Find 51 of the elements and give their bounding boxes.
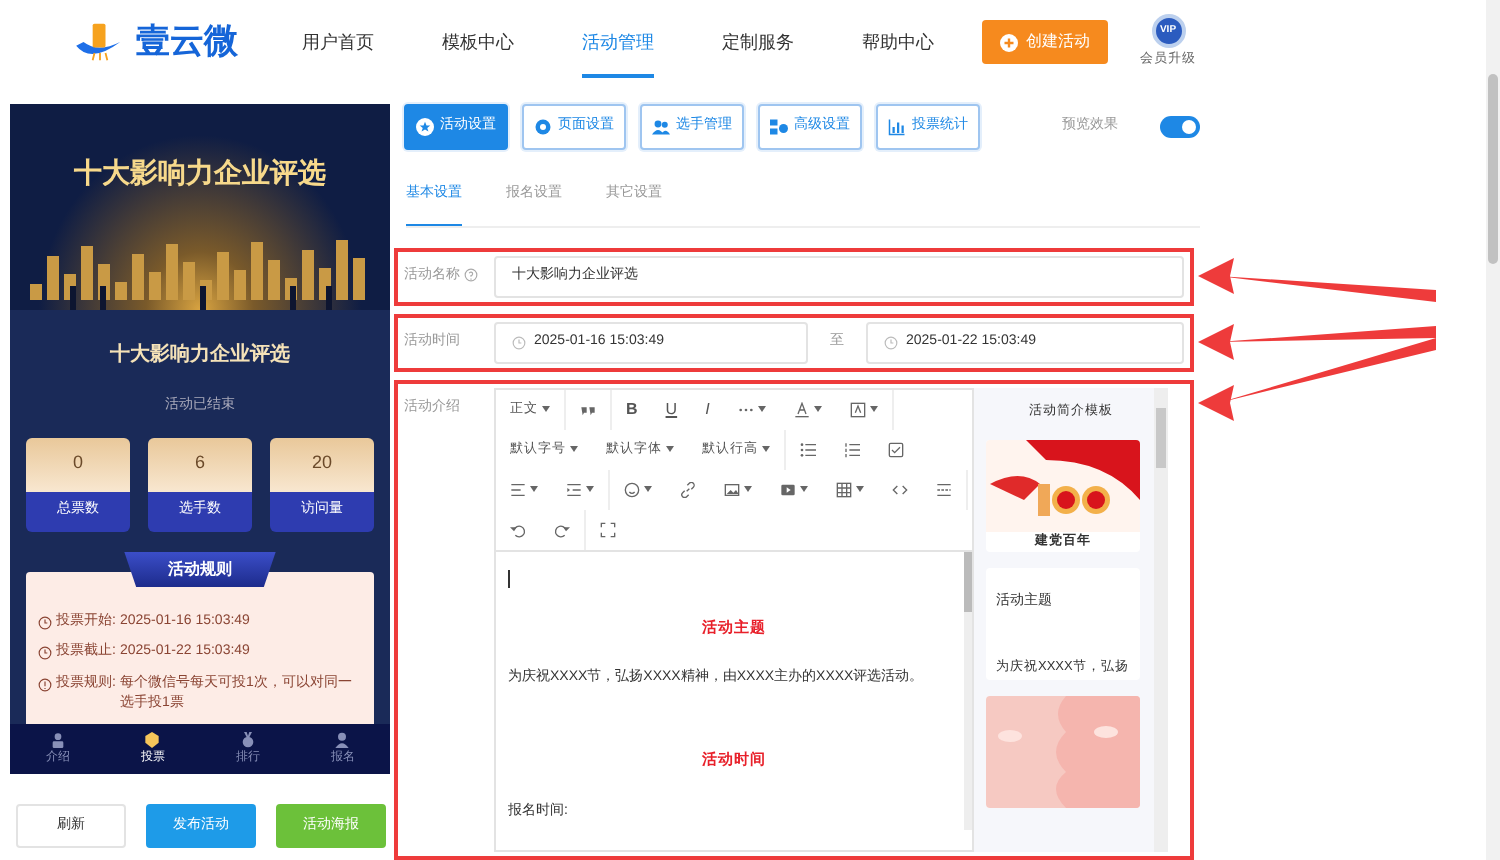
image-icon (724, 481, 740, 497)
clock-icon (38, 615, 52, 629)
link-icon (680, 481, 696, 497)
nav-link[interactable]: 活动管理 (582, 5, 654, 79)
text-cursor (508, 569, 510, 587)
bullet-list-icon (800, 441, 816, 457)
template-scrollbar[interactable] (1154, 387, 1168, 851)
preview-toggle[interactable] (1160, 116, 1200, 138)
rules-title: 活动规则 (124, 551, 276, 587)
video-icon (780, 481, 796, 497)
medal-icon (239, 731, 256, 747)
user-icon (334, 731, 351, 747)
clock-icon (512, 335, 526, 349)
font-color-icon (793, 401, 810, 417)
person-icon (49, 731, 66, 747)
emoji-icon (624, 481, 640, 497)
nav-link[interactable]: 用户首页 (302, 5, 374, 79)
stat-value: 6 (148, 437, 252, 491)
toolbar-button[interactable]: U (651, 389, 692, 429)
todo-icon (888, 441, 904, 457)
bg-color-icon (849, 401, 866, 417)
banner-title: 十大影响力企业评选 (74, 154, 326, 192)
star-icon (416, 118, 434, 136)
code-icon (892, 481, 908, 497)
clock-icon (884, 335, 898, 349)
align-icon (510, 481, 526, 497)
clock-icon (38, 646, 52, 660)
indent-icon (566, 481, 582, 497)
nav-link[interactable]: 模板中心 (442, 5, 514, 79)
info-icon (38, 677, 52, 691)
plus-circle-icon (1000, 33, 1018, 51)
undo-icon (510, 521, 526, 537)
divider-icon (936, 481, 952, 497)
page-scrollbar[interactable] (1486, 0, 1500, 860)
nav-link[interactable]: 定制服务 (722, 5, 794, 79)
tools-icon (770, 118, 788, 136)
table-icon (836, 481, 852, 497)
stat-value: 0 (26, 437, 130, 491)
people-icon (652, 118, 670, 136)
logo-text: 壹云微 (136, 20, 238, 65)
stat-value: 20 (270, 437, 374, 491)
gear-icon (534, 118, 552, 136)
numbered-list-icon (844, 441, 860, 457)
toolbar-button[interactable]: I (691, 389, 724, 429)
redo-icon (554, 521, 570, 537)
quote-icon (580, 401, 596, 417)
bar-chart-icon (888, 118, 906, 136)
preview-title: 十大影响力企业评选 (108, 341, 292, 370)
fullscreen-icon (600, 521, 616, 537)
nav-link[interactable]: 帮助中心 (862, 5, 934, 79)
toolbar-button[interactable]: B (612, 389, 652, 429)
